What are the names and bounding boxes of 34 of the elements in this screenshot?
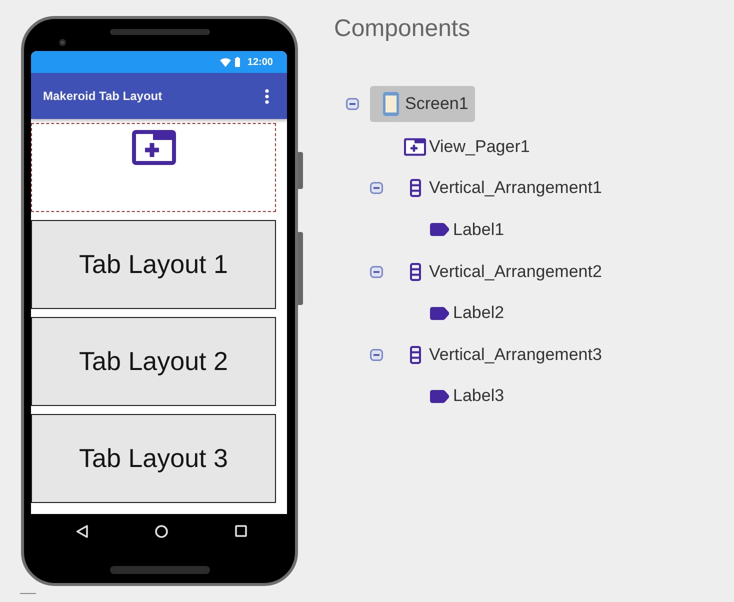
wifi-icon (220, 58, 232, 66)
home-icon[interactable] (154, 524, 168, 538)
panel-title: Components (334, 14, 472, 43)
battery-icon (235, 57, 240, 67)
collapse-icon[interactable] (370, 348, 383, 361)
tree-item[interactable]: Screen1 (370, 86, 476, 122)
collapse-icon[interactable] (370, 266, 383, 278)
tree-item[interactable]: Vertical_Arrangement1 (394, 170, 609, 206)
vertical-layout-icon (410, 346, 420, 364)
tree-item[interactable]: Label2 (418, 295, 512, 332)
camera-icon (59, 39, 66, 46)
folder-plus-icon (404, 138, 426, 156)
tag-icon (430, 306, 448, 320)
more-options-icon[interactable] (265, 88, 269, 104)
tree-item[interactable]: Vertical_Arrangement3 (394, 336, 609, 373)
tab-page-label: Tab Layout 2 (31, 317, 276, 406)
tag-icon (430, 223, 448, 236)
phone-icon (383, 92, 399, 116)
tree-item[interactable]: View_Pager1 (394, 128, 537, 165)
collapse-icon[interactable] (346, 98, 359, 110)
tree-item[interactable]: Label1 (418, 212, 512, 248)
vertical-layout-icon (410, 262, 420, 281)
vertical-layout-icon (410, 179, 420, 198)
tab-page-label: Tab Layout 1 (31, 220, 276, 309)
tree-item[interactable]: Label3 (418, 378, 512, 414)
recents-icon[interactable] (234, 525, 246, 537)
collapse-icon[interactable] (370, 182, 383, 194)
tree-item[interactable]: Vertical_Arrangement2 (394, 254, 609, 290)
app-title: Makeroid Tab Layout (43, 89, 162, 103)
status-time: 12:00 (247, 56, 273, 68)
folder-plus-icon (132, 130, 176, 165)
tag-icon (430, 390, 448, 403)
tab-page-label: Tab Layout 3 (31, 414, 276, 503)
back-icon[interactable] (76, 524, 88, 538)
